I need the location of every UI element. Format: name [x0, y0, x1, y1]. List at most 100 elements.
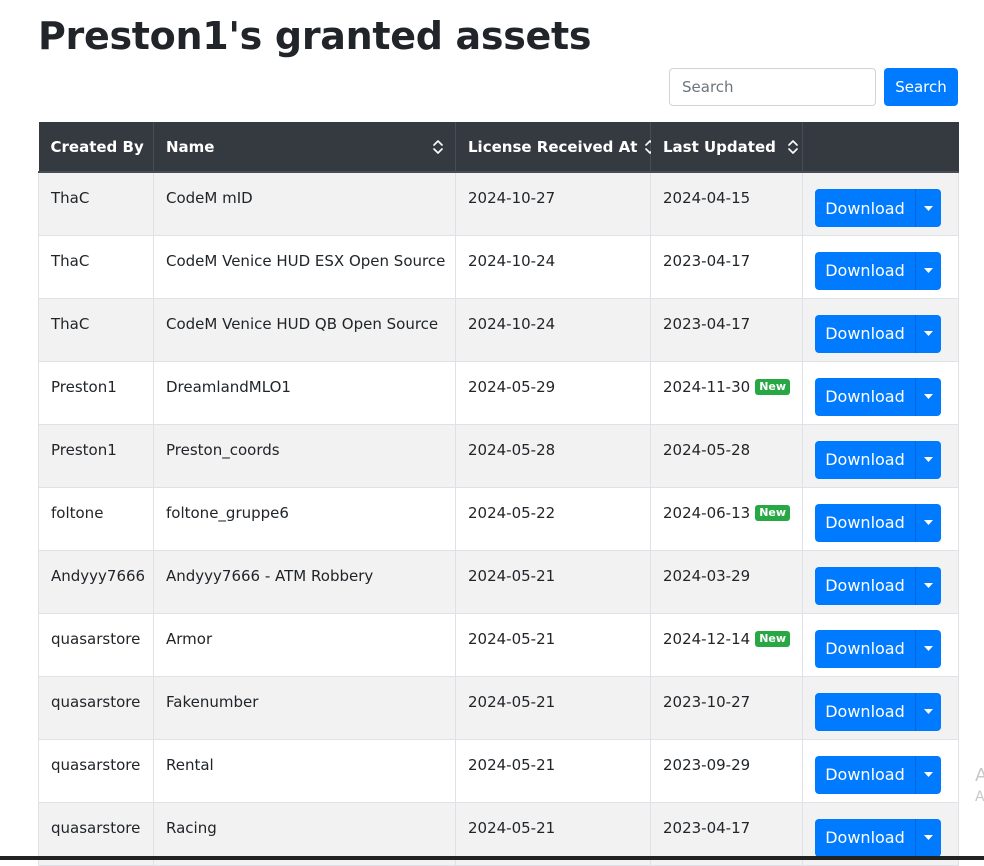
cell-actions: Download — [802, 360, 959, 425]
download-button-group: Download — [815, 377, 941, 416]
download-dropdown-toggle[interactable] — [915, 189, 941, 227]
cell-license-received-at: 2024-05-21 — [455, 675, 651, 740]
cell-last-updated: 2023-04-17 — [650, 297, 803, 362]
caret-down-icon — [924, 394, 933, 399]
download-dropdown-toggle[interactable] — [915, 755, 941, 794]
cell-actions: Download — [802, 612, 959, 677]
download-button[interactable]: Download — [815, 440, 915, 479]
cell-last-updated: 2024-05-28 — [650, 423, 803, 488]
license-date-text: 2024-05-21 — [468, 566, 556, 585]
table-row: foltone foltone_gruppe6 2024-05-22 2024-06-… — [38, 486, 959, 551]
cell-license-received-at: 2024-05-28 — [455, 423, 651, 488]
download-button[interactable]: Download — [815, 818, 915, 857]
last-updated-text: 2024-06-13 — [663, 503, 751, 522]
download-button[interactable]: Download — [815, 251, 915, 290]
cell-name: Andyyy7666 - ATM Robbery — [153, 549, 456, 614]
download-dropdown-toggle[interactable] — [915, 503, 941, 542]
download-button[interactable]: Download — [815, 503, 915, 542]
last-updated-text: 2023-09-29 — [663, 755, 751, 774]
license-date-text: 2024-05-28 — [468, 440, 556, 459]
download-dropdown-toggle[interactable] — [915, 692, 941, 731]
cell-name: Rental — [153, 738, 456, 803]
new-badge: New — [755, 504, 791, 521]
cell-created-by: Preston1 — [38, 423, 154, 488]
asset-name-text: Preston_coords — [166, 440, 280, 459]
asset-name-text: Andyyy7666 - ATM Robbery — [166, 566, 374, 585]
caret-down-icon — [924, 268, 933, 273]
sort-icon[interactable] — [433, 139, 443, 154]
download-button[interactable]: Download — [815, 629, 915, 668]
created-by-text: quasarstore — [51, 818, 141, 837]
asset-name-text: Armor — [166, 629, 213, 648]
last-updated-text: 2023-04-17 — [663, 818, 751, 837]
table-body: ThaC CodeM mID 2024-10-27 2024-04-15 Downloa… — [38, 171, 959, 866]
download-dropdown-toggle[interactable] — [915, 440, 941, 479]
table-row: Andyyy7666 Andyyy7666 - ATM Robbery 2024-0… — [38, 549, 959, 614]
license-date-text: 2024-05-21 — [468, 692, 556, 711]
cell-created-by: Preston1 — [38, 360, 154, 425]
sort-icon[interactable] — [788, 140, 798, 154]
download-button-group: Download — [815, 818, 941, 857]
download-button-group: Download — [815, 755, 941, 794]
caret-down-icon — [924, 709, 933, 714]
last-updated-text: 2024-12-14 — [663, 629, 751, 648]
caret-down-icon — [924, 646, 933, 651]
cell-license-received-at: 2024-10-24 — [455, 297, 651, 362]
column-header-label: Created By — [50, 137, 144, 156]
search-button[interactable]: Search — [884, 68, 958, 106]
cell-created-by: Andyyy7666 — [38, 549, 154, 614]
search-input[interactable] — [669, 68, 876, 106]
download-button[interactable]: Download — [815, 377, 915, 416]
download-button-group: Download — [815, 692, 941, 731]
cell-created-by: foltone — [38, 486, 154, 551]
last-updated-text: 2024-04-15 — [663, 189, 751, 207]
table-row: quasarstore Armor 2024-05-21 2024-12-14 New D… — [38, 612, 959, 677]
download-dropdown-toggle[interactable] — [915, 818, 941, 857]
download-button[interactable]: Download — [815, 566, 915, 605]
edge-fragment: A — [975, 789, 984, 805]
download-button[interactable]: Download — [815, 692, 915, 731]
download-button-group: Download — [815, 189, 941, 227]
cell-license-received-at: 2024-10-24 — [455, 234, 651, 299]
license-date-text: 2024-05-21 — [468, 629, 556, 648]
asset-name-text: Fakenumber — [166, 692, 259, 711]
asset-name-text: Racing — [166, 818, 217, 837]
caret-down-icon — [924, 520, 933, 525]
cell-actions: Download — [802, 234, 959, 299]
download-dropdown-toggle[interactable] — [915, 377, 941, 416]
created-by-text: Preston1 — [51, 377, 117, 396]
cell-created-by: quasarstore — [38, 738, 154, 803]
download-dropdown-toggle[interactable] — [915, 314, 941, 353]
caret-down-icon — [924, 772, 933, 777]
table-row: quasarstore Fakenumber 2024-05-21 2023-10-2… — [38, 675, 959, 740]
cell-last-updated: 2024-04-15 — [650, 171, 803, 236]
download-button[interactable]: Download — [815, 314, 915, 353]
download-dropdown-toggle[interactable] — [915, 629, 941, 668]
table-row: ThaC CodeM mID 2024-10-27 2024-04-15 Downloa… — [38, 171, 959, 236]
download-button[interactable]: Download — [815, 755, 915, 794]
cell-name: CodeM Venice HUD QB Open Source — [153, 297, 456, 362]
column-header-license-received-at[interactable]: License Received At — [455, 122, 656, 173]
asset-name-text: foltone_gruppe6 — [166, 503, 289, 522]
cell-created-by: ThaC — [38, 297, 154, 362]
cell-actions: Download — [802, 738, 959, 803]
cell-created-by: ThaC — [38, 171, 154, 236]
created-by-text: quasarstore — [51, 692, 141, 711]
table-row: ThaC CodeM Venice HUD ESX Open Source 2024… — [38, 234, 959, 299]
download-button[interactable]: Download — [815, 189, 915, 227]
column-header-name[interactable]: Name — [153, 122, 456, 173]
table-row: Preston1 DreamlandMLO1 2024-05-29 2024-11-3… — [38, 360, 959, 425]
column-header-last-updated[interactable]: Last Updated — [650, 122, 803, 173]
new-badge: New — [755, 378, 791, 395]
download-dropdown-toggle[interactable] — [915, 251, 941, 290]
download-button-group: Download — [815, 503, 941, 542]
asset-name-text: DreamlandMLO1 — [166, 377, 291, 396]
created-by-text: quasarstore — [51, 755, 141, 774]
cell-actions: Download — [802, 486, 959, 551]
cell-created-by: quasarstore — [38, 675, 154, 740]
download-dropdown-toggle[interactable] — [915, 566, 941, 605]
cell-last-updated: 2024-03-29 — [650, 549, 803, 614]
cell-last-updated: 2024-12-14 New — [650, 612, 803, 677]
window-bottom-edge — [0, 856, 984, 860]
license-date-text: 2024-10-24 — [468, 314, 556, 333]
